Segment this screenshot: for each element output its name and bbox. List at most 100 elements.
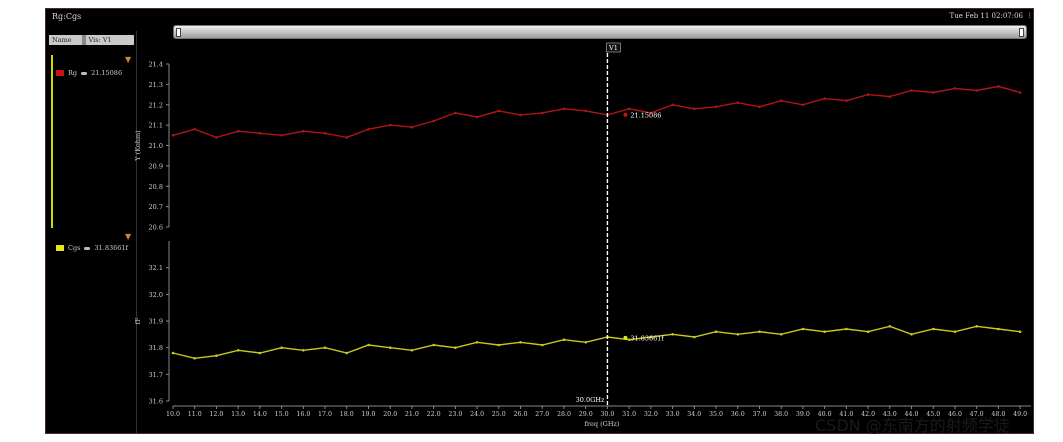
data-point bbox=[823, 97, 826, 100]
data-point bbox=[497, 109, 501, 113]
data-point bbox=[736, 333, 740, 336]
y-tick-label: 31.6 bbox=[149, 398, 163, 406]
x-tick-label: 22.0 bbox=[427, 411, 441, 418]
data-point bbox=[345, 351, 349, 355]
data-point bbox=[997, 327, 1000, 331]
marker-rg-dot bbox=[623, 112, 628, 117]
watermark: CSDN @东南方的射频学徒 bbox=[815, 416, 1010, 435]
data-point bbox=[367, 343, 370, 347]
data-point bbox=[758, 330, 761, 334]
data-point bbox=[454, 111, 457, 115]
data-point bbox=[475, 115, 479, 119]
x-tick-label: 49.0 bbox=[1013, 411, 1027, 418]
x-tick-label: 35.0 bbox=[709, 411, 723, 418]
panel-rg: 21.4 21.3 21.2 21.1 21.0 20.9 20.8 20.7 20.6 Y (K… bbox=[134, 61, 1022, 232]
x-tick-label: 25.0 bbox=[492, 411, 506, 418]
series-line-cgs bbox=[172, 325, 1021, 360]
x-tick-label: 28.0 bbox=[557, 411, 571, 418]
data-point bbox=[280, 134, 283, 137]
x-tick-label: 21.0 bbox=[405, 411, 419, 418]
data-point bbox=[888, 325, 892, 328]
series-line-rg bbox=[172, 85, 1021, 139]
data-point bbox=[367, 127, 370, 131]
data-point bbox=[258, 351, 262, 355]
data-point bbox=[975, 89, 978, 92]
data-point bbox=[323, 346, 327, 350]
data-point bbox=[215, 354, 218, 358]
data-point bbox=[975, 325, 978, 328]
data-point bbox=[171, 351, 175, 355]
data-point bbox=[497, 343, 501, 347]
data-point bbox=[866, 330, 870, 334]
data-point bbox=[410, 349, 414, 352]
data-point bbox=[323, 132, 327, 135]
x-tick-label: 34.0 bbox=[687, 411, 701, 418]
data-point bbox=[541, 111, 544, 115]
data-point bbox=[801, 103, 805, 107]
panel-cgs: 32.1 32.0 31.9 31.8 31.7 31.6 fF bbox=[134, 241, 1022, 406]
data-point bbox=[562, 338, 566, 342]
marker-x-value: 30.0GHz bbox=[576, 396, 605, 404]
x-tick-label: 13.0 bbox=[231, 411, 245, 418]
x-tick-label: 11.0 bbox=[188, 411, 202, 418]
y-tick-label: 21.0 bbox=[149, 142, 163, 150]
x-tick-label: 26.0 bbox=[514, 411, 528, 418]
plot-area: 21.4 21.3 21.2 21.1 21.0 20.9 20.8 20.7 20.6 Y (K… bbox=[134, 42, 1031, 428]
x-tick-label: 30.0 bbox=[600, 411, 614, 418]
y-tick-label: 32.0 bbox=[149, 291, 163, 299]
data-point bbox=[519, 113, 522, 117]
x-tick-label: 24.0 bbox=[470, 411, 484, 418]
x-tick-label: 39.0 bbox=[796, 411, 810, 418]
x-tick-label: 38.0 bbox=[774, 411, 788, 418]
data-point bbox=[953, 87, 957, 90]
data-point bbox=[758, 105, 761, 109]
data-point bbox=[432, 119, 436, 123]
data-point bbox=[280, 346, 283, 350]
data-point bbox=[1018, 91, 1022, 94]
data-point bbox=[519, 341, 522, 344]
data-point bbox=[997, 85, 1000, 88]
x-axis-title: freq (GHz) bbox=[585, 420, 620, 428]
data-point bbox=[779, 333, 783, 336]
data-point bbox=[193, 127, 196, 131]
data-point bbox=[236, 349, 240, 352]
x-tick-label: 37.0 bbox=[752, 411, 766, 418]
data-point bbox=[736, 101, 740, 104]
data-point bbox=[541, 343, 544, 347]
x-tick-label: 16.0 bbox=[296, 411, 310, 418]
data-point bbox=[823, 330, 826, 334]
data-point bbox=[236, 129, 240, 133]
marker-cgs-value: 31.83661f bbox=[630, 334, 664, 342]
data-point bbox=[714, 330, 718, 334]
y-tick-label: 20.9 bbox=[149, 162, 163, 170]
data-point bbox=[388, 123, 392, 127]
marker-label: V1 bbox=[608, 44, 618, 52]
data-point bbox=[302, 349, 305, 352]
x-tick-label: 29.0 bbox=[579, 411, 593, 418]
data-point bbox=[693, 107, 696, 111]
data-point bbox=[410, 125, 414, 129]
marker-cgs-dot bbox=[623, 335, 628, 340]
data-point bbox=[584, 109, 587, 113]
x-tick-label: 15.0 bbox=[275, 411, 289, 418]
data-point bbox=[584, 341, 587, 344]
x-tick-label: 36.0 bbox=[731, 411, 745, 418]
y-tick-label: 20.7 bbox=[149, 203, 163, 211]
data-point bbox=[866, 93, 870, 96]
x-tick-label: 17.0 bbox=[318, 411, 332, 418]
x-tick-label: 27.0 bbox=[535, 411, 549, 418]
chart-window: Rg:Cgs Tue Feb 11 02:07:06 ⁝ Name Vis: V… bbox=[45, 8, 1034, 434]
data-point bbox=[932, 91, 935, 94]
y-tick-label: 31.9 bbox=[149, 318, 163, 326]
y-tick-label: 21.3 bbox=[149, 81, 163, 89]
data-point bbox=[845, 327, 848, 331]
x-tick-label: 32.0 bbox=[644, 411, 658, 418]
y-tick-label: 20.6 bbox=[149, 224, 163, 232]
data-point bbox=[345, 136, 349, 139]
data-point bbox=[215, 136, 218, 139]
data-point bbox=[845, 99, 848, 102]
x-tick-label: 31.0 bbox=[622, 411, 636, 418]
data-point bbox=[454, 346, 457, 350]
y-tick-label: 31.8 bbox=[149, 344, 163, 352]
data-point bbox=[714, 105, 718, 109]
